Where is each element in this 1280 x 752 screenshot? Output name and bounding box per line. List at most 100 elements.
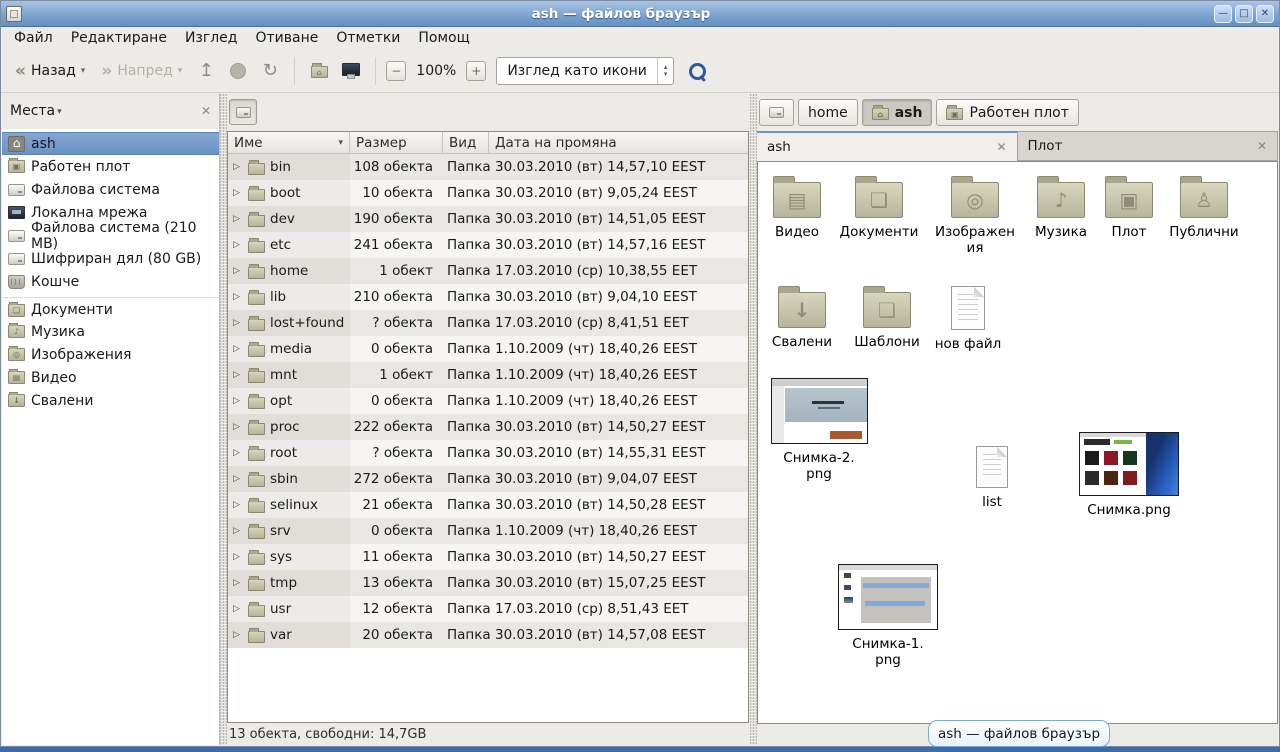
expander-icon[interactable]: ▷ [233,552,243,562]
expander-icon[interactable]: ▷ [233,370,243,380]
table-row[interactable]: ▷ tmp 13 обекта Папка 30.03.2010 (вт) 15… [228,570,748,596]
expander-icon[interactable]: ▷ [233,292,243,302]
table-row[interactable]: ▷ proc 222 обекта Папка 30.03.2010 (вт) … [228,414,748,440]
table-row[interactable]: ▷ bin 108 обекта Папка 30.03.2010 (вт) 1… [228,154,748,180]
sidebar-item[interactable]: Музика [2,320,219,343]
file-item[interactable]: Публични [1162,174,1246,240]
menu-item[interactable]: Отметки [327,28,409,48]
table-row[interactable]: ▷ srv 0 обекта Папка 1.10.2009 (чт) 18,4… [228,518,748,544]
tab-close-icon[interactable]: ✕ [1257,139,1267,153]
table-row[interactable]: ▷ usr 12 обекта Папка 17.03.2010 (ср) 8,… [228,596,748,622]
sidebar-item[interactable]: ash [2,132,219,155]
expander-icon[interactable]: ▷ [233,188,243,198]
sidebar-item[interactable]: Кошче [2,270,219,293]
view-mode-spinner-icon[interactable]: ▴▾ [658,64,674,78]
file-item[interactable]: Снимка.png [1074,432,1184,518]
sidebar-close-icon[interactable]: ✕ [201,104,211,118]
table-row[interactable]: ▷ sbin 272 обекта Папка 30.03.2010 (вт) … [228,466,748,492]
file-item[interactable]: нов файл [932,286,1004,352]
table-row[interactable]: ▷ etc 241 обекта Папка 30.03.2010 (вт) 1… [228,232,748,258]
column-header-date[interactable]: Дата на промяна [489,132,748,153]
column-header-type[interactable]: Вид [443,132,489,153]
close-button[interactable]: ✕ [1256,5,1274,23]
file-item[interactable]: Свалени [768,284,836,350]
table-row[interactable]: ▷ boot 10 обекта Папка 30.03.2010 (вт) 9… [228,180,748,206]
file-item[interactable]: Шаблони [848,284,926,350]
stop-button[interactable] [224,57,252,85]
expander-icon[interactable]: ▷ [233,500,243,510]
column-header-name[interactable]: Име ▾ [228,132,350,153]
search-icon[interactable] [688,62,706,80]
pane-splitter[interactable] [220,93,227,745]
tab-close-icon[interactable]: ✕ [996,140,1006,154]
file-item[interactable]: Музика [1026,174,1096,240]
pane-splitter[interactable] [750,93,757,745]
sidebar-item[interactable]: Шифриран дял (80 GB) [2,247,219,270]
reload-button[interactable]: ↻ [256,57,284,85]
file-item[interactable]: Снимка-2. png [766,378,872,482]
breadcrumb-button[interactable]: ▣ Работен плот [936,99,1078,126]
menu-item[interactable]: Отиване [246,28,327,48]
expander-icon[interactable]: ▷ [233,578,243,588]
file-item[interactable]: Документи [834,174,924,240]
menu-item[interactable]: Файл [5,28,62,48]
taskbar-window-button[interactable]: ash — файлов браузър [928,720,1110,747]
menu-item[interactable]: Редактиране [62,28,176,48]
table-row[interactable]: ▷ media 0 обекта Папка 1.10.2009 (чт) 18… [228,336,748,362]
maximize-button[interactable]: □ [1235,5,1253,23]
chevron-down-icon[interactable]: ▾ [57,107,62,117]
table-row[interactable]: ▷ lost+found ? обекта Папка 17.03.2010 (… [228,310,748,336]
sidebar-item[interactable]: Изображения [2,343,219,366]
expander-icon[interactable]: ▷ [233,318,243,328]
table-row[interactable]: ▷ opt 0 обекта Папка 1.10.2009 (чт) 18,4… [228,388,748,414]
file-item[interactable]: Снимка-1. png [830,564,946,668]
table-row[interactable]: ▷ home 1 обект Папка 17.03.2010 (ср) 10,… [228,258,748,284]
home-button[interactable]: ⌂ [305,57,333,85]
sidebar-item[interactable]: Работен плот [2,155,219,178]
table-row[interactable]: ▷ lib 210 обекта Папка 30.03.2010 (вт) 9… [228,284,748,310]
table-row[interactable]: ▷ sys 11 обекта Папка 30.03.2010 (вт) 14… [228,544,748,570]
file-item[interactable]: Плот [1100,174,1158,240]
breadcrumb-button[interactable]: home [798,99,858,126]
expander-icon[interactable]: ▷ [233,448,243,458]
tab[interactable]: Плот ✕ [1018,131,1279,161]
sidebar-item[interactable]: Видео [2,366,219,389]
table-row[interactable]: ▷ var 20 обекта Папка 30.03.2010 (вт) 14… [228,622,748,648]
breadcrumb-button[interactable]: ⌂ ash [862,99,933,126]
up-button[interactable]: ↥ [192,57,220,85]
forward-button[interactable]: » Напред ▾ [95,59,188,83]
sidebar-title[interactable]: Места [10,103,55,119]
expander-icon[interactable]: ▷ [233,474,243,484]
expander-icon[interactable]: ▷ [233,344,243,354]
expander-icon[interactable]: ▷ [233,422,243,432]
minimize-button[interactable]: — [1214,5,1232,23]
back-button[interactable]: « Назад ▾ [9,59,91,83]
table-row[interactable]: ▷ mnt 1 обект Папка 1.10.2009 (чт) 18,40… [228,362,748,388]
sidebar-item[interactable]: Файлова система [2,178,219,201]
expander-icon[interactable]: ▷ [233,396,243,406]
column-header-size[interactable]: Размер [350,132,443,153]
expander-icon[interactable]: ▷ [233,266,243,276]
table-row[interactable]: ▷ dev 190 обекта Папка 30.03.2010 (вт) 1… [228,206,748,232]
expander-icon[interactable]: ▷ [233,214,243,224]
expander-icon[interactable]: ▷ [233,162,243,172]
sidebar-item[interactable]: Свалени [2,389,219,412]
expander-icon[interactable]: ▷ [233,630,243,640]
file-item[interactable]: Видео [766,174,828,240]
tab[interactable]: ash ✕ [757,131,1018,161]
view-mode-select[interactable]: Изглед като икони ▴▾ [496,57,674,85]
menu-item[interactable]: Помощ [409,28,478,48]
expander-icon[interactable]: ▷ [233,604,243,614]
forward-dropdown-icon[interactable]: ▾ [178,66,183,76]
tree-pane-location-button[interactable] [229,99,257,125]
zoom-in-button[interactable]: + [466,61,486,81]
breadcrumb-button[interactable] [759,99,794,126]
expander-icon[interactable]: ▷ [233,526,243,536]
table-row[interactable]: ▷ root ? обекта Папка 30.03.2010 (вт) 14… [228,440,748,466]
sidebar-item[interactable]: Документи [2,297,219,320]
back-dropdown-icon[interactable]: ▾ [81,66,86,76]
zoom-out-button[interactable]: − [386,61,406,81]
table-row[interactable]: ▷ selinux 21 обекта Папка 30.03.2010 (вт… [228,492,748,518]
sidebar-item[interactable]: Файлова система (210 MB) [2,224,219,247]
expander-icon[interactable]: ▷ [233,240,243,250]
